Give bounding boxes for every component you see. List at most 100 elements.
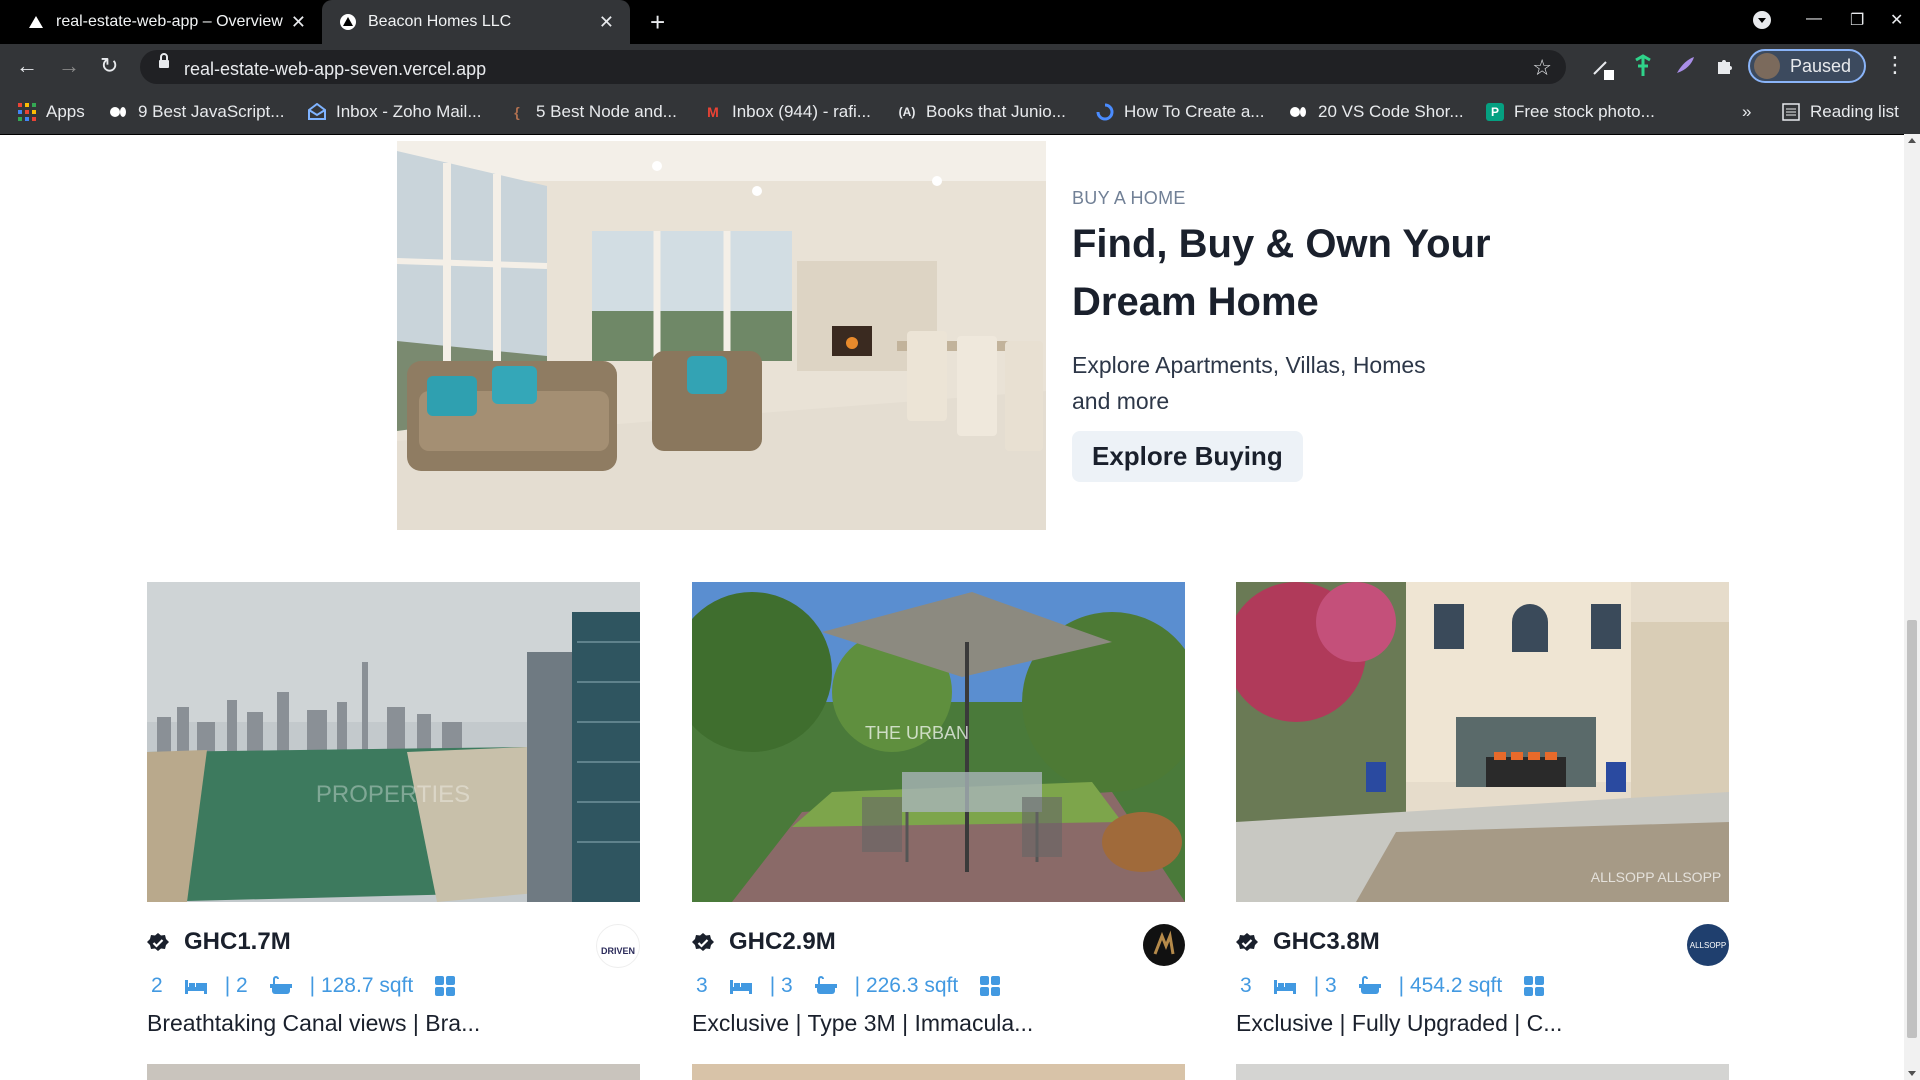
grid-icon bbox=[435, 976, 456, 996]
tab-title: Beacon Homes LLC bbox=[368, 13, 512, 30]
bracket-icon: { bbox=[514, 104, 520, 120]
bookmark-label: How To Create a... bbox=[1124, 102, 1265, 121]
vercel-icon bbox=[28, 14, 44, 30]
card-meta: GHC3.8M ALLSOPP 3 | 3 | 454.2 sqft Exclu… bbox=[1236, 902, 1729, 1036]
property-card[interactable]: ALLSOPP ALLSOPP GHC3.8M ALLSOPP 3 | 3 | … bbox=[1236, 582, 1729, 1036]
reading-list-button[interactable]: Reading list bbox=[1782, 102, 1899, 122]
vercel-icon bbox=[340, 14, 356, 30]
restore-icon[interactable]: ❐ bbox=[1850, 10, 1864, 30]
bookmarks-bar: Apps 9 Best JavaScript... Inbox - Zoho M… bbox=[0, 90, 1920, 135]
property-title[interactable]: Breathtaking Canal views | Bra... bbox=[147, 1010, 480, 1037]
bath-icon bbox=[269, 976, 292, 996]
medium-icon bbox=[1290, 103, 1308, 121]
hero-title-line: Find, Buy & Own Your bbox=[1072, 222, 1491, 266]
profile-button[interactable]: Paused bbox=[1748, 49, 1866, 83]
tab-overview[interactable]: real-estate-web-app – Overview ✕ bbox=[0, 0, 322, 44]
gmail-icon: M bbox=[707, 104, 719, 120]
extension-feather-icon[interactable] bbox=[1674, 54, 1696, 82]
bookmark-label: Inbox (944) - rafi... bbox=[732, 102, 871, 121]
bookmark-apps[interactable]: Apps bbox=[18, 102, 85, 122]
tab-strip: real-estate-web-app – Overview ✕ Beacon … bbox=[0, 0, 1920, 44]
extensions-puzzle-icon[interactable] bbox=[1714, 54, 1736, 82]
more-menu-icon[interactable]: ⋮ bbox=[1884, 52, 1906, 78]
property-card[interactable]: THE URBAN GHC2.9M 3 | 3 | 226.3 sqft Exc… bbox=[692, 582, 1185, 1036]
bookmark-item[interactable]: Inbox - Zoho Mail... bbox=[308, 102, 482, 122]
hero-desc-line: Explore Apartments, Villas, Homes bbox=[1072, 352, 1426, 378]
window-close-icon[interactable]: ✕ bbox=[1890, 10, 1903, 30]
bookmark-label: Apps bbox=[46, 102, 85, 121]
hero-title-line: Dream Home bbox=[1072, 280, 1319, 324]
bookmark-item[interactable]: M Inbox (944) - rafi... bbox=[704, 102, 871, 122]
property-price: GHC1.7M bbox=[184, 928, 291, 955]
swirl-icon bbox=[1096, 103, 1114, 121]
next-card-photo-peek bbox=[1236, 1064, 1729, 1080]
property-photo[interactable]: THE URBAN bbox=[692, 582, 1185, 902]
scroll-down-arrow-icon[interactable] bbox=[1908, 1071, 1916, 1076]
tab-beacon-homes[interactable]: Beacon Homes LLC ✕ bbox=[322, 0, 630, 44]
verified-badge-icon bbox=[147, 932, 169, 954]
scrollbar-thumb[interactable] bbox=[1907, 620, 1917, 1038]
baths-count: | 2 bbox=[224, 974, 248, 997]
bath-icon bbox=[814, 976, 837, 996]
a-logo-icon: (A) bbox=[898, 105, 916, 119]
new-tab-button[interactable]: + bbox=[650, 8, 665, 36]
property-title[interactable]: Exclusive | Fully Upgraded | C... bbox=[1236, 1010, 1562, 1037]
property-card[interactable]: PROPERTIES GHC1.7M DRIVEN 2 | 2 | 128.7 … bbox=[147, 582, 640, 1036]
bookmark-item[interactable]: 9 Best JavaScript... bbox=[110, 102, 284, 122]
area-size: | 454.2 sqft bbox=[1398, 974, 1503, 997]
scroll-up-arrow-icon[interactable] bbox=[1908, 138, 1916, 143]
reading-list-label: Reading list bbox=[1810, 102, 1899, 121]
bookmark-item[interactable]: (A) Books that Junio... bbox=[898, 102, 1066, 122]
photo-watermark: THE URBAN bbox=[865, 723, 969, 743]
back-icon[interactable]: ← bbox=[16, 54, 38, 78]
reload-icon[interactable]: ↻ bbox=[100, 54, 118, 78]
rooms-count: 3 bbox=[696, 974, 708, 997]
explore-buying-button[interactable]: Explore Buying bbox=[1072, 431, 1303, 482]
verified-badge-icon bbox=[1236, 932, 1258, 954]
property-specs: 2 | 2 | 128.7 sqft bbox=[151, 974, 473, 998]
property-photo[interactable]: ALLSOPP ALLSOPP bbox=[1236, 582, 1729, 902]
page-scrollbar[interactable] bbox=[1904, 134, 1920, 1080]
agency-logo[interactable]: DRIVEN bbox=[596, 924, 640, 968]
extension-edit-icon[interactable] bbox=[1590, 54, 1616, 86]
bookmark-item[interactable]: { 5 Best Node and... bbox=[508, 102, 677, 122]
baths-count: | 3 bbox=[769, 974, 793, 997]
minimize-icon[interactable]: — bbox=[1806, 10, 1822, 28]
card-meta: GHC1.7M DRIVEN 2 | 2 | 128.7 sqft Breath… bbox=[147, 902, 640, 1036]
bookmark-item[interactable]: 20 VS Code Shor... bbox=[1290, 102, 1464, 122]
rooms-count: 2 bbox=[151, 974, 163, 997]
medium-icon bbox=[110, 103, 128, 121]
property-photo[interactable]: PROPERTIES bbox=[147, 582, 640, 902]
pexels-icon: P bbox=[1486, 103, 1504, 121]
lock-icon bbox=[158, 53, 169, 68]
browser-toolbar: ← → ↻ real-estate-web-app-seven.vercel.a… bbox=[0, 44, 1920, 90]
area-size: | 128.7 sqft bbox=[309, 974, 414, 997]
bookmark-item[interactable]: How To Create a... bbox=[1096, 102, 1264, 122]
bed-icon bbox=[1273, 978, 1296, 994]
close-icon[interactable]: ✕ bbox=[599, 12, 614, 32]
bookmarks-overflow[interactable]: » bbox=[1742, 102, 1751, 122]
property-title[interactable]: Exclusive | Type 3M | Immacula... bbox=[692, 1010, 1033, 1037]
verified-badge-icon bbox=[692, 932, 714, 954]
hero-living-room-image bbox=[397, 141, 1046, 530]
bookmark-label: Books that Junio... bbox=[926, 102, 1066, 121]
close-icon[interactable]: ✕ bbox=[291, 12, 306, 32]
area-size: | 226.3 sqft bbox=[854, 974, 959, 997]
agency-logo[interactable] bbox=[1143, 924, 1185, 966]
hero-desc-line: and more bbox=[1072, 388, 1170, 414]
extension-arrows-icon[interactable] bbox=[1632, 54, 1654, 84]
agency-logo[interactable]: ALLSOPP bbox=[1687, 924, 1729, 966]
overflow-chevron: » bbox=[1742, 102, 1752, 121]
profile-status: Paused bbox=[1790, 55, 1852, 76]
zoho-mail-icon bbox=[308, 103, 326, 121]
bookmark-star-icon[interactable]: ☆ bbox=[1532, 55, 1552, 81]
address-bar[interactable]: real-estate-web-app-seven.vercel.app ☆ bbox=[140, 50, 1566, 84]
bookmark-label: Inbox - Zoho Mail... bbox=[336, 102, 482, 121]
bookmark-item[interactable]: P Free stock photo... bbox=[1486, 102, 1655, 122]
bed-icon bbox=[729, 978, 752, 994]
property-specs: 3 | 3 | 226.3 sqft bbox=[696, 974, 1018, 998]
forward-icon[interactable]: → bbox=[58, 54, 80, 78]
photo-watermark: PROPERTIES bbox=[316, 781, 470, 808]
grid-icon bbox=[1524, 976, 1545, 996]
tab-search-icon[interactable] bbox=[1752, 10, 1772, 35]
